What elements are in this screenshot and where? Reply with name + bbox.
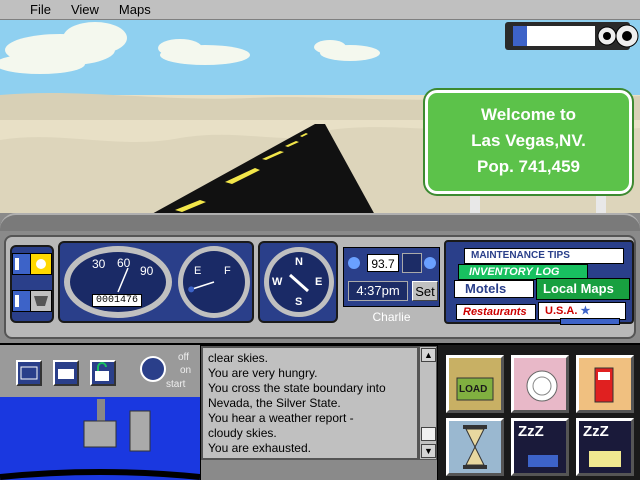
pedal-area bbox=[0, 397, 201, 480]
book-restaurants[interactable]: Restaurants bbox=[456, 304, 536, 320]
log-line: You are very hungry. bbox=[208, 366, 318, 380]
clock-set-button[interactable]: Set bbox=[412, 281, 438, 301]
log-footer bbox=[201, 460, 437, 480]
fuel-gauge bbox=[178, 246, 250, 318]
ignition-switch[interactable]: off on start bbox=[140, 350, 200, 396]
reference-books: MAINTENANCE TIPS INVENTORY LOG Motels Lo… bbox=[444, 240, 634, 324]
restaurants-label: Restaurants bbox=[463, 306, 527, 318]
radio-tune-right[interactable] bbox=[424, 257, 436, 269]
log-line: clear skies. bbox=[208, 351, 269, 365]
lock-button[interactable] bbox=[90, 360, 116, 386]
cruise-control-button[interactable] bbox=[16, 360, 42, 386]
speed-tick-90: 90 bbox=[140, 264, 154, 278]
cb-radio[interactable] bbox=[505, 22, 640, 52]
motels-label: Motels bbox=[465, 281, 507, 296]
log-line: You hear a weather report - bbox=[208, 411, 354, 425]
menu-maps[interactable]: Maps bbox=[109, 2, 161, 17]
scroll-down-arrow[interactable]: ▼ bbox=[421, 444, 436, 458]
switch-off-label: off bbox=[178, 352, 189, 363]
book-scroll-bar[interactable] bbox=[560, 318, 620, 325]
eat-button[interactable] bbox=[511, 355, 569, 413]
sign-line-1: Welcome to bbox=[480, 105, 577, 124]
menu-bar: File View Maps bbox=[0, 0, 640, 20]
local-maps-label: Local Maps bbox=[543, 281, 614, 296]
gas-pump-icon bbox=[579, 358, 631, 410]
scroll-thumb[interactable] bbox=[421, 427, 436, 441]
log-scrollbar[interactable]: ▲ ▼ bbox=[419, 346, 437, 460]
radio-graphic bbox=[505, 22, 639, 50]
book-motels[interactable]: Motels bbox=[454, 280, 534, 298]
radio-frequency: 93.7 bbox=[367, 254, 399, 272]
sun-icon bbox=[36, 259, 46, 269]
odometer: 0001476 bbox=[92, 294, 143, 307]
load-label: LOAD bbox=[459, 384, 488, 395]
log-line: You cross the state boundary into bbox=[208, 381, 386, 395]
menu-file[interactable]: File bbox=[20, 2, 61, 17]
battery-icon bbox=[58, 369, 74, 379]
driver-name: Charlie bbox=[372, 310, 411, 324]
battery-button[interactable] bbox=[53, 360, 79, 386]
plate-icon bbox=[514, 358, 566, 410]
fuel-full-label: F bbox=[224, 265, 231, 277]
welcome-sign: Welcome to Las Vegas,NV. Pop. 741,459 bbox=[425, 90, 632, 194]
load-button[interactable]: LOAD bbox=[446, 355, 504, 413]
sleep-motel-button[interactable]: ZzZ bbox=[576, 418, 634, 476]
fuel-empty-label: E bbox=[194, 265, 202, 277]
log-line: cloudy skies. bbox=[208, 426, 277, 440]
speed-tick-30: 30 bbox=[92, 257, 106, 271]
windshield-button[interactable] bbox=[30, 290, 52, 312]
sign-line-3: Pop. 741,459 bbox=[476, 157, 580, 176]
clock-time: 4:37pm bbox=[348, 281, 408, 301]
radio-presets[interactable] bbox=[402, 253, 422, 273]
speed-tick-60: 60 bbox=[117, 256, 131, 270]
lock-icon bbox=[95, 362, 109, 381]
compass-w: W bbox=[272, 276, 283, 288]
gas-button[interactable] bbox=[576, 355, 634, 413]
menu-view[interactable]: View bbox=[61, 2, 109, 17]
log-line: Nevada, the Silver State. bbox=[208, 396, 341, 410]
sign-line-2: Las Vegas,NV. bbox=[471, 131, 586, 150]
sun-button[interactable] bbox=[30, 253, 52, 275]
cruise-control-icon bbox=[20, 366, 38, 380]
star-icon: ★ bbox=[580, 305, 591, 317]
message-log: clear skies. You are very hungry. You cr… bbox=[201, 346, 419, 460]
hourglass-icon bbox=[449, 421, 501, 473]
sleep-in-car-button[interactable]: ZzZ bbox=[511, 418, 569, 476]
fuel-needle-knob bbox=[188, 286, 195, 293]
windshield-icon bbox=[34, 296, 48, 306]
radio-clock-panel: 93.7 4:37pm Set bbox=[343, 247, 440, 307]
scroll-up-arrow[interactable]: ▲ bbox=[421, 348, 436, 362]
compass-n: N bbox=[295, 256, 303, 268]
sleep-motel-label: ZzZ bbox=[583, 423, 609, 440]
ignition-key-icon bbox=[140, 356, 166, 382]
book-maintenance-tips[interactable]: MAINTENANCE TIPS bbox=[464, 248, 624, 264]
usa-label: U.S.A. bbox=[545, 305, 578, 317]
book-local-maps[interactable]: Local Maps bbox=[536, 278, 630, 300]
switch-on-label: on bbox=[180, 365, 192, 376]
log-line: You are exhausted. bbox=[208, 441, 311, 455]
compass-e: E bbox=[315, 276, 323, 288]
compass-s: S bbox=[295, 296, 303, 308]
switch-start-label: start bbox=[166, 379, 186, 390]
radio-tune-left[interactable] bbox=[348, 257, 360, 269]
wait-button[interactable] bbox=[446, 418, 504, 476]
inventory-log-label: INVENTORY LOG bbox=[469, 266, 560, 278]
sleep-car-label: ZzZ bbox=[518, 423, 544, 440]
maintenance-tips-label: MAINTENANCE TIPS bbox=[471, 250, 570, 261]
pedals-graphic bbox=[0, 399, 201, 480]
dashboard-hood bbox=[0, 213, 640, 231]
